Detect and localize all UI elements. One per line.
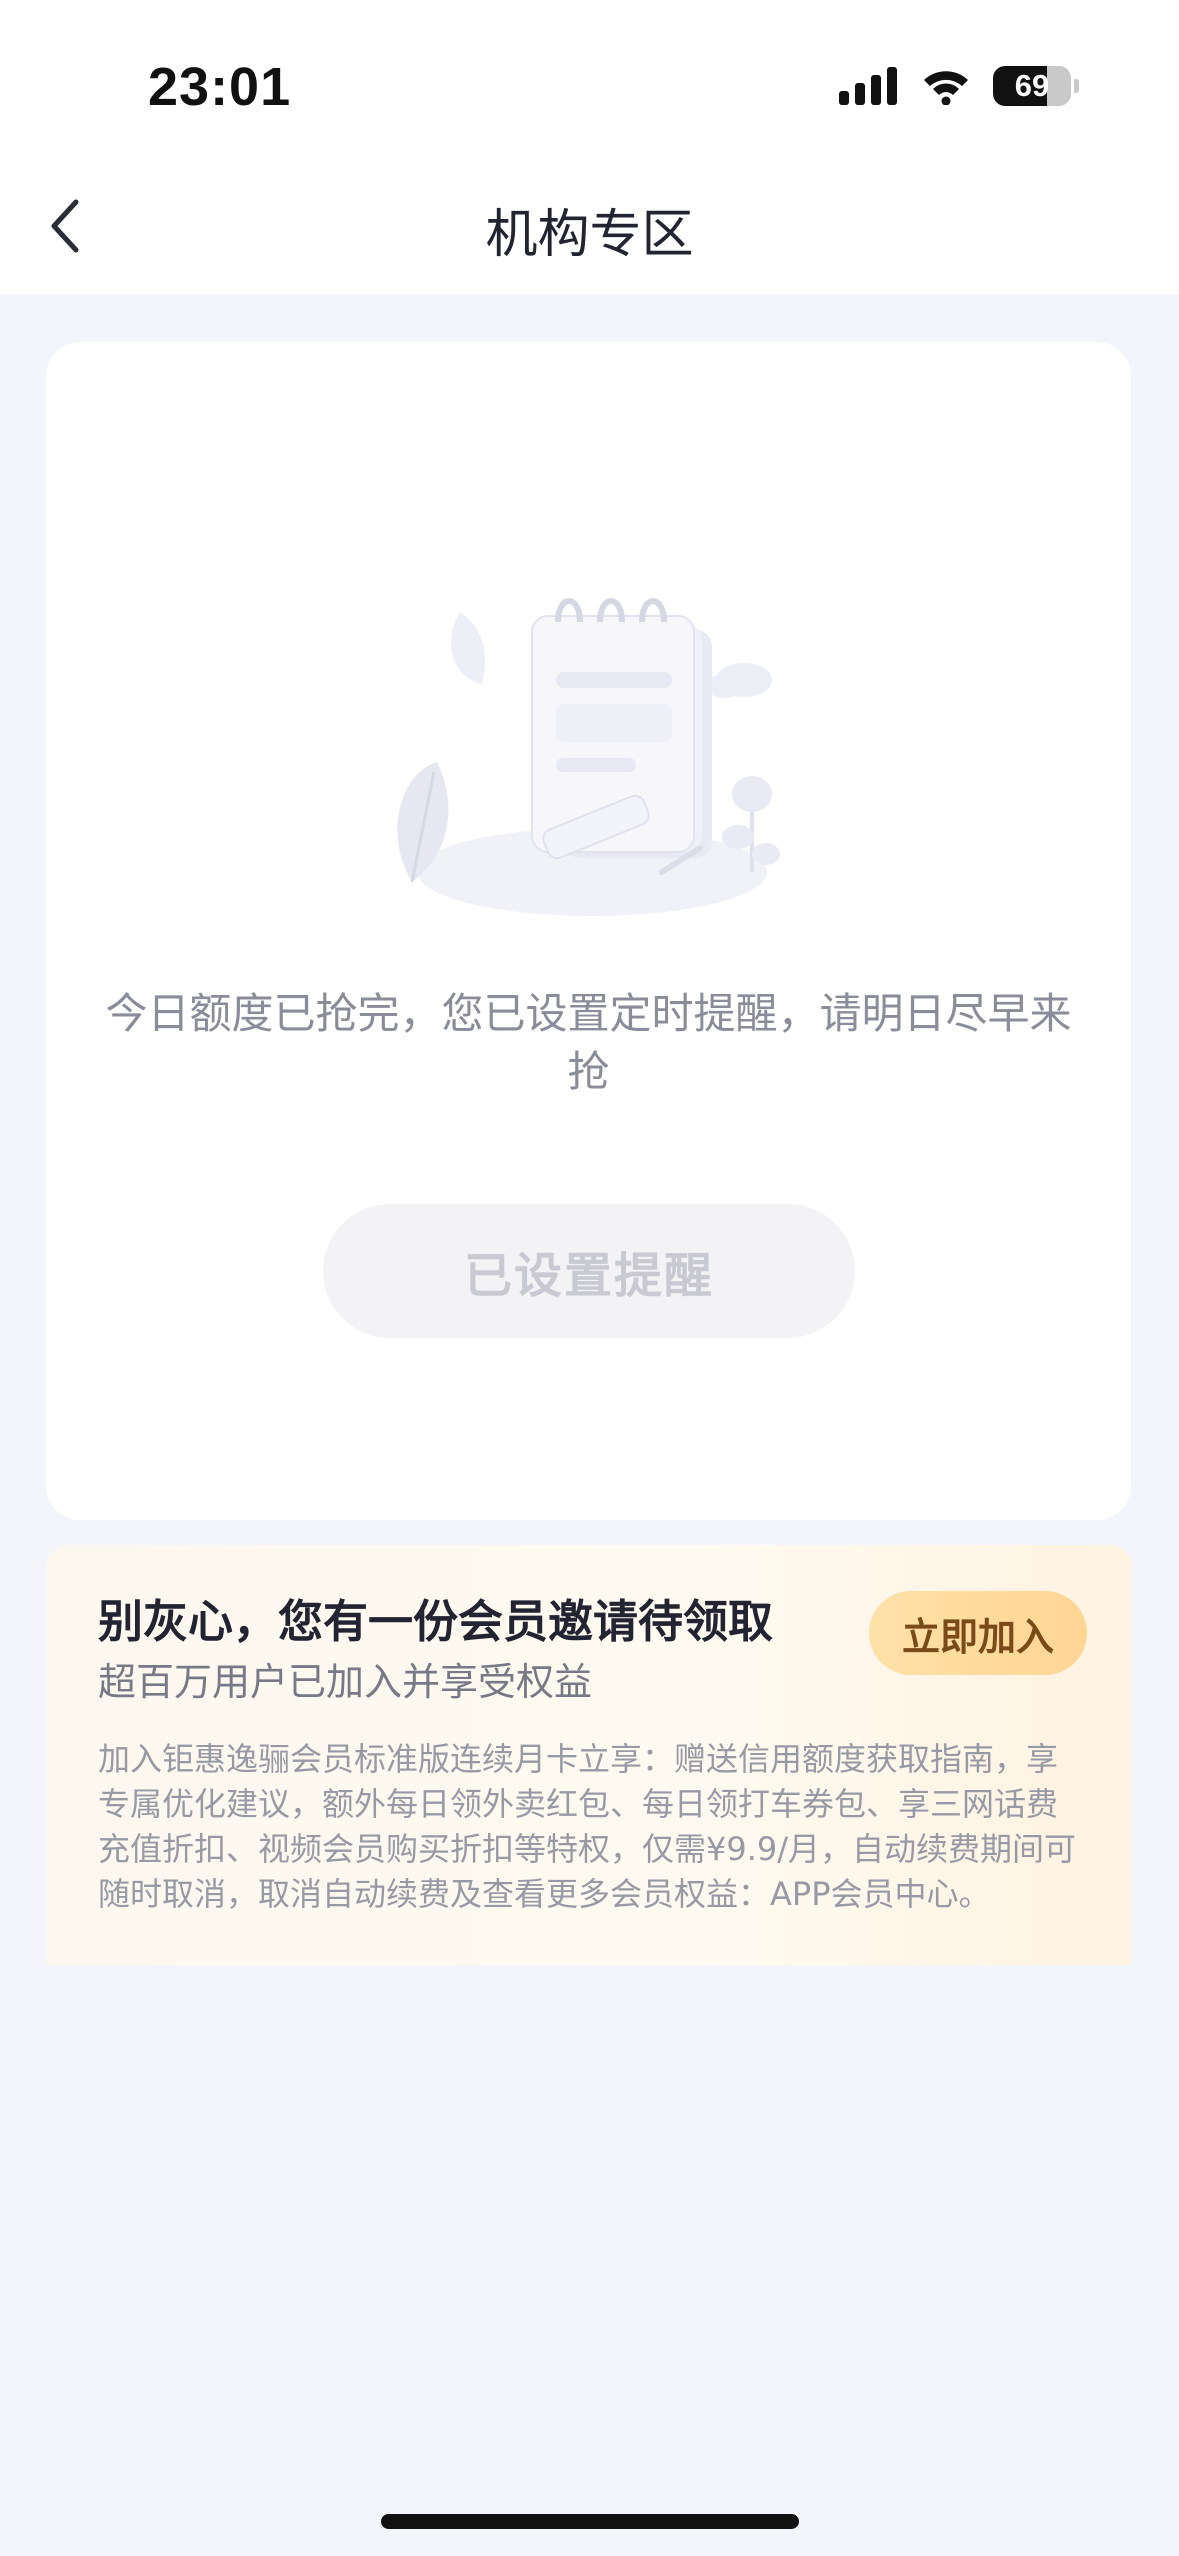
home-indicator[interactable] xyxy=(381,2514,799,2529)
membership-subtitle: 超百万用户已加入并享受权益 xyxy=(98,1660,593,1704)
cellular-signal-icon xyxy=(839,67,897,105)
battery-level: 69 xyxy=(1014,68,1050,103)
status-icons: 69 xyxy=(839,66,1079,106)
empty-state-message: 今日额度已抢完，您已设置定时提醒，请明日尽早来抢 xyxy=(105,989,1072,1096)
membership-description: 加入钜惠逸骊会员标准版连续月卡立享：赠送信用额度获取指南，享专属优化建议，额外每… xyxy=(98,1740,1077,1913)
empty-notebook-illustration xyxy=(397,598,780,916)
join-now-button[interactable]: 立即加入 xyxy=(869,1591,1087,1675)
battery-icon: 69 xyxy=(993,66,1071,106)
membership-invite-card: 别灰心，您有一份会员邀请待领取 超百万用户已加入并享受权益 立即加入 加入钜惠逸… xyxy=(46,1545,1131,1965)
page-title: 机构专区 xyxy=(485,205,694,265)
wifi-icon xyxy=(924,71,968,105)
top-bar: 23:01 69 机构专区 xyxy=(0,0,1179,294)
membership-title: 别灰心，您有一份会员邀请待领取 xyxy=(98,1595,774,1648)
empty-state-card: 今日额度已抢完，您已设置定时提醒，请明日尽早来抢 已设置提醒 xyxy=(46,342,1131,1520)
status-time: 23:01 xyxy=(148,57,292,117)
reminder-set-button[interactable]: 已设置提醒 xyxy=(323,1204,855,1338)
battery-tip xyxy=(1074,79,1079,93)
